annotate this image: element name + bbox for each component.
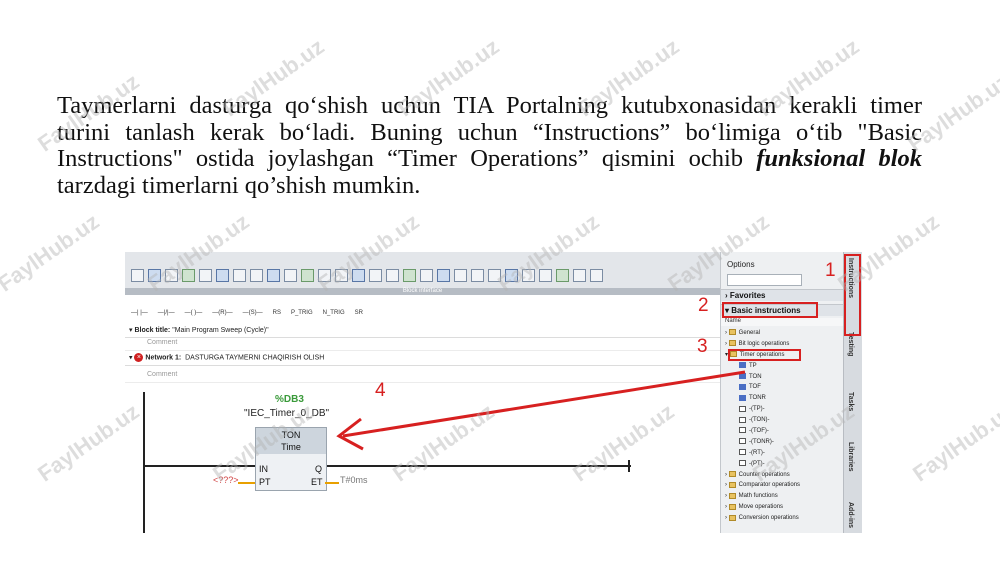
paragraph-text-end: tarzdagi timerlarni qo’shish mumkin. xyxy=(57,171,421,199)
annotation-arrow xyxy=(336,370,746,451)
tia-portal-screenshot: Block interface —| |— —|/|— —( )— —(R)— … xyxy=(125,252,862,533)
instruction-paragraph: Taymerlarni dasturga qo‘shish uchun TIA … xyxy=(57,92,923,199)
paragraph-emphasis: funksional blok xyxy=(756,145,923,172)
watermark: FaylHub.uz xyxy=(908,398,1000,487)
arrow-line xyxy=(342,370,746,438)
watermark: FaylHub.uz xyxy=(0,208,104,297)
